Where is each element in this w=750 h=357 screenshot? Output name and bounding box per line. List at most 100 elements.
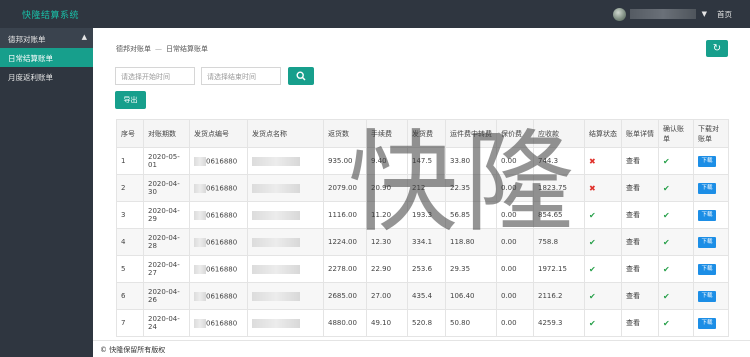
col-header: 发货点编号	[189, 119, 248, 148]
cell-insured: 0.00	[496, 228, 534, 256]
view-detail-link[interactable]: 查看	[626, 211, 640, 219]
download-button[interactable]: 下载	[698, 317, 716, 329]
cell-confirm: ✔	[658, 147, 694, 175]
cell-fee: 9.40	[366, 147, 408, 175]
cell-download: 下载	[693, 228, 729, 256]
cell-ship: 520.8	[407, 309, 446, 337]
cell-ship: 253.6	[407, 255, 446, 283]
check-icon[interactable]: ✔	[663, 265, 670, 274]
redacted-store-name	[252, 183, 300, 193]
view-detail-link[interactable]: 查看	[626, 319, 640, 327]
check-icon[interactable]: ✔	[663, 211, 670, 220]
col-header: 下载对账单	[693, 119, 729, 148]
cell-confirm: ✔	[658, 174, 694, 202]
col-header: 发货点名称	[247, 119, 324, 148]
cell-detail: 查看	[621, 147, 659, 175]
cell-fee: 12.30	[366, 228, 408, 256]
home-link[interactable]: 首页	[717, 9, 732, 20]
store-code: 0616880	[206, 265, 238, 273]
cell-insured: 0.00	[496, 174, 534, 202]
sidebar-item-daily-settlement[interactable]: 日常结算账单	[0, 48, 93, 67]
cell-index: 2	[116, 174, 144, 202]
sidebar-item-monthly-rebate[interactable]: 月度返利账单	[0, 67, 93, 86]
view-detail-link[interactable]: 查看	[626, 184, 640, 192]
redacted-store-name	[252, 291, 300, 301]
cell-status: ✖	[584, 174, 622, 202]
cell-period: 2020-04-28	[143, 228, 190, 256]
check-icon[interactable]: ✔	[663, 184, 670, 193]
export-button[interactable]: 导出	[115, 91, 146, 109]
check-icon[interactable]: ✔	[663, 319, 670, 328]
refresh-button[interactable]: ↻	[706, 40, 728, 57]
table-row: 1 2020-05-01 0616880 935.00 9.40 147.5 3…	[116, 147, 729, 175]
search-icon	[296, 71, 306, 81]
end-date-input[interactable]: 请选择结束时间	[201, 67, 281, 85]
redacted-prefix	[194, 264, 206, 274]
check-icon: ✔	[589, 291, 596, 301]
start-date-input[interactable]: 请选择开始时间	[115, 67, 195, 85]
cell-status: ✔	[584, 228, 622, 256]
cell-store-code: 0616880	[189, 228, 248, 256]
cell-ship: 212	[407, 174, 446, 202]
cell-period: 2020-05-01	[143, 147, 190, 175]
view-detail-link[interactable]: 查看	[626, 238, 640, 246]
cell-fee: 11.20	[366, 201, 408, 229]
check-icon[interactable]: ✔	[663, 157, 670, 166]
cell-index: 3	[116, 201, 144, 229]
download-button[interactable]: 下载	[698, 263, 716, 275]
table-row: 6 2020-04-26 0616880 2685.00 27.00 435.4…	[116, 282, 729, 310]
cell-ship: 193.3	[407, 201, 446, 229]
download-button[interactable]: 下载	[698, 209, 716, 221]
cell-insured: 0.00	[496, 201, 534, 229]
download-button[interactable]: 下载	[698, 155, 716, 167]
cell-detail: 查看	[621, 255, 659, 283]
check-icon[interactable]: ✔	[663, 238, 670, 247]
cell-receivable: 1823.75	[533, 174, 585, 202]
store-code: 0616880	[206, 184, 238, 192]
redacted-prefix	[194, 156, 206, 166]
cell-store-name	[247, 228, 324, 256]
avatar[interactable]	[612, 7, 626, 21]
table-row: 2 2020-04-30 0616880 2079.00 20.90 212 2…	[116, 174, 729, 202]
cell-count: 1116.00	[323, 201, 367, 229]
download-button[interactable]: 下载	[698, 182, 716, 194]
cell-download: 下载	[693, 309, 729, 337]
cell-ship: 435.4	[407, 282, 446, 310]
username-redacted[interactable]	[629, 9, 696, 19]
cell-store-name	[247, 255, 324, 283]
app-title: 快隆结算系统	[22, 11, 80, 21]
col-header: 对账期数	[143, 119, 190, 148]
check-icon: ✔	[589, 318, 596, 328]
cell-insured: 0.00	[496, 309, 534, 337]
store-code: 0616880	[206, 319, 238, 327]
search-button[interactable]	[288, 67, 314, 85]
caret-down-icon[interactable]: ▼	[702, 10, 707, 18]
chevron-up-icon: ▲	[81, 33, 87, 41]
download-button[interactable]: 下载	[698, 290, 716, 302]
top-bar: 快隆结算系统 ▼ 首页	[0, 0, 750, 28]
cell-receivable: 4259.3	[533, 309, 585, 337]
view-detail-link[interactable]: 查看	[626, 292, 640, 300]
col-header: 账单详情	[621, 119, 659, 148]
cell-store-code: 0616880	[189, 309, 248, 337]
redacted-store-name	[252, 237, 300, 247]
cell-store-name	[247, 174, 324, 202]
store-code: 0616880	[206, 292, 238, 300]
cell-ship: 147.5	[407, 147, 446, 175]
view-detail-link[interactable]: 查看	[626, 265, 640, 273]
col-header: 运件费中转费	[445, 119, 497, 148]
sidebar-group-debang[interactable]: 德邦对账单 ▲	[0, 28, 93, 48]
cell-index: 4	[116, 228, 144, 256]
cell-index: 1	[116, 147, 144, 175]
download-button[interactable]: 下载	[698, 236, 716, 248]
view-detail-link[interactable]: 查看	[626, 157, 640, 165]
cell-store-name	[247, 309, 324, 337]
redacted-prefix	[194, 210, 206, 220]
breadcrumb-parent[interactable]: 德邦对账单	[116, 45, 151, 53]
cell-count: 935.00	[323, 147, 367, 175]
cell-transfer: 56.85	[445, 201, 497, 229]
check-icon[interactable]: ✔	[663, 292, 670, 301]
cell-ship: 334.1	[407, 228, 446, 256]
table-row: 4 2020-04-28 0616880 1224.00 12.30 334.1…	[116, 228, 729, 256]
cell-download: 下载	[693, 201, 729, 229]
